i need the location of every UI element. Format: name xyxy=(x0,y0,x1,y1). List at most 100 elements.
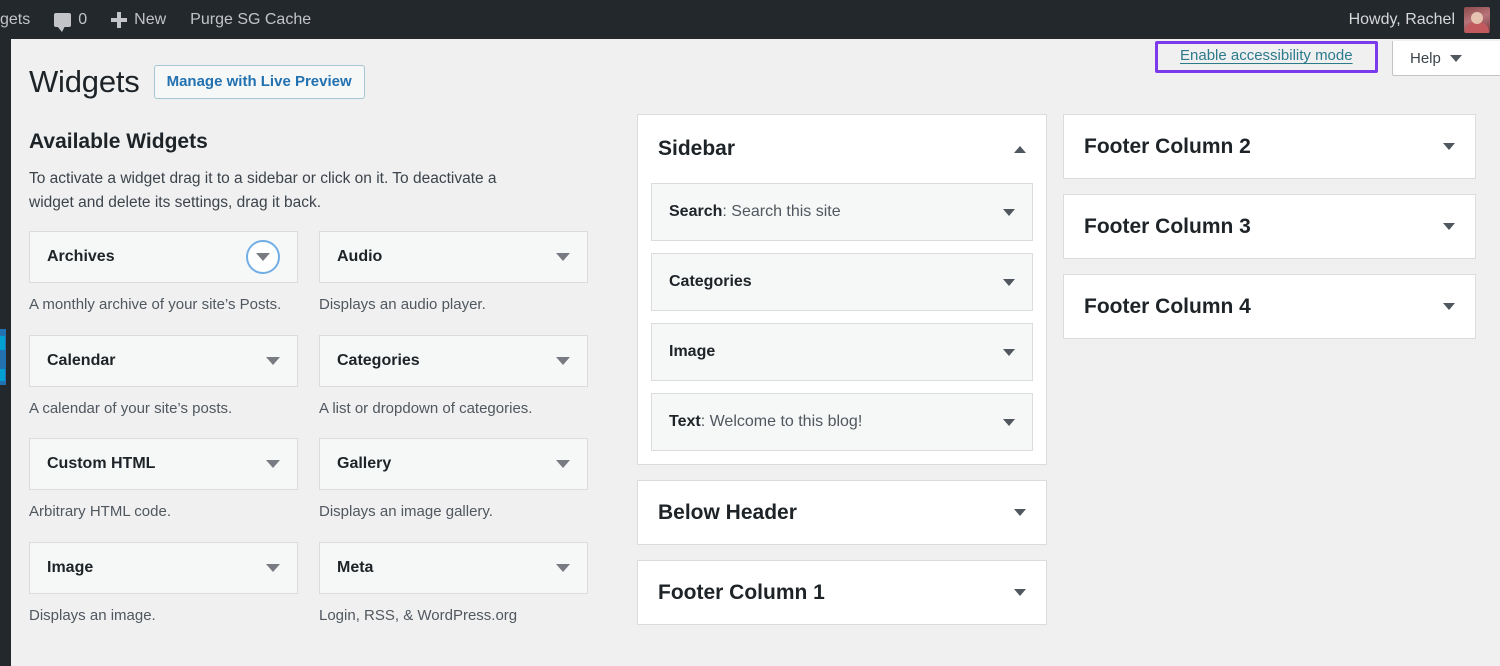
widget-area-panel-header[interactable]: Footer Column 4 xyxy=(1064,275,1475,338)
assigned-widget-type: Categories xyxy=(669,273,752,290)
widget-area-panel-title: Footer Column 4 xyxy=(1084,294,1251,318)
assigned-widget-title: : Welcome to this blog! xyxy=(700,413,863,430)
chevron-down-icon[interactable] xyxy=(1003,278,1015,286)
widget-area-panel-header[interactable]: Footer Column 1 xyxy=(638,561,1046,624)
admin-bar-site-name[interactable]: gets xyxy=(0,0,42,39)
widget-area-panel-header[interactable]: Footer Column 3 xyxy=(1064,195,1475,258)
widget-area-panel-body: Search: Search this site Categories Image T… xyxy=(638,183,1046,464)
chevron-down-icon[interactable] xyxy=(266,356,280,365)
admin-bar-howdy: Howdy, Rachel xyxy=(1348,10,1455,28)
admin-bar-purge-label: Purge SG Cache xyxy=(190,10,312,28)
widget-area-panel-title: Sidebar xyxy=(658,137,736,160)
available-widget-name: Categories xyxy=(337,351,420,369)
available-widgets-description: To activate a widget drag it to a sideba… xyxy=(29,170,497,212)
available-widget-header[interactable]: Meta xyxy=(319,541,588,594)
chevron-down-icon[interactable] xyxy=(556,253,570,262)
chevron-down-icon[interactable] xyxy=(1003,348,1015,356)
available-widget: Categories A list or dropdown of categori… xyxy=(319,334,588,439)
chevron-down-icon[interactable] xyxy=(1014,589,1026,596)
admin-bar-comments[interactable]: 0 xyxy=(42,0,99,39)
assigned-widget-label: Search: Search this site xyxy=(669,203,841,221)
chevron-down-icon[interactable] xyxy=(1443,303,1455,310)
available-widget: Gallery Displays an image gallery. xyxy=(319,438,588,542)
admin-bar-purge-sg-cache[interactable]: Purge SG Cache xyxy=(178,0,323,39)
manage-with-live-preview-button[interactable]: Manage with Live Preview xyxy=(153,65,365,99)
assigned-widget-label: Text: Welcome to this blog! xyxy=(669,413,862,431)
chevron-down-icon[interactable] xyxy=(1443,223,1455,230)
available-widget-header[interactable]: Image xyxy=(29,541,298,594)
admin-bar-comments-count: 0 xyxy=(78,10,88,28)
chevron-down-icon[interactable] xyxy=(556,563,570,572)
available-widget-header[interactable]: Categories xyxy=(319,334,588,387)
assigned-widget[interactable]: Search: Search this site xyxy=(651,183,1033,241)
widget-areas-column-2: Footer Column 2 Footer Column 3 Footer Col… xyxy=(1063,114,1476,354)
help-tab-button[interactable]: Help xyxy=(1392,41,1500,76)
assigned-widget[interactable]: Image xyxy=(651,323,1033,381)
available-widget: Audio Displays an audio player. xyxy=(319,231,588,335)
enable-accessibility-mode-link[interactable]: Enable accessibility mode xyxy=(1180,47,1353,64)
chevron-down-icon[interactable] xyxy=(266,460,280,469)
widget-area-panel-header[interactable]: Below Header xyxy=(638,481,1046,544)
admin-menu-rail[interactable] xyxy=(0,39,11,666)
help-tab-label: Help xyxy=(1410,49,1441,67)
widget-area-panel: Footer Column 3 xyxy=(1063,194,1476,259)
widget-toggle-button-focused[interactable] xyxy=(246,240,280,275)
admin-menu-highlight-bottom xyxy=(0,369,5,381)
available-widget-name: Image xyxy=(47,558,94,576)
widget-area-panel-header[interactable]: Footer Column 2 xyxy=(1064,115,1475,178)
available-widget-description: Displays an image. xyxy=(29,606,156,624)
accessibility-mode-highlight: Enable accessibility mode xyxy=(1155,41,1378,73)
available-widget-name: Custom HTML xyxy=(47,455,156,473)
assigned-widget[interactable]: Text: Welcome to this blog! xyxy=(651,393,1033,451)
available-widget-name: Meta xyxy=(337,558,374,576)
assigned-widget-type: Image xyxy=(669,343,716,360)
assigned-widget-title-text: Welcome to this blog! xyxy=(709,413,863,430)
available-widget-name: Gallery xyxy=(337,455,392,473)
chevron-down-icon[interactable] xyxy=(1014,509,1026,516)
chevron-down-icon[interactable] xyxy=(556,356,570,365)
widget-area-panel: Below Header xyxy=(637,480,1047,545)
chevron-down-icon[interactable] xyxy=(1443,143,1455,150)
assigned-widget-title-text: Search this site xyxy=(731,203,841,220)
chevron-down-icon[interactable] xyxy=(1003,208,1015,216)
available-widget-name: Archives xyxy=(47,248,115,266)
admin-bar: gets 0 New Purge SG Cache Howdy, Rachel xyxy=(0,0,1500,39)
widget-area-panel-title: Footer Column 1 xyxy=(658,580,825,604)
admin-bar-account[interactable]: Howdy, Rachel xyxy=(1348,6,1500,33)
available-widget-header[interactable]: Archives xyxy=(29,231,298,284)
available-widgets-title: Available Widgets xyxy=(29,130,208,153)
plus-icon xyxy=(111,11,128,28)
widget-area-panel: Footer Column 4 xyxy=(1063,274,1476,339)
chevron-down-icon[interactable] xyxy=(556,460,570,469)
widget-area-panel-title: Below Header xyxy=(658,500,797,524)
available-widget-header[interactable]: Audio xyxy=(319,231,588,284)
chevron-down-icon xyxy=(1449,54,1462,62)
available-widget-header[interactable]: Calendar xyxy=(29,334,298,387)
assigned-widget-title: : Search this site xyxy=(722,203,841,220)
admin-menu-highlight-top xyxy=(0,336,5,350)
chevron-down-icon[interactable] xyxy=(1003,418,1015,426)
available-widget-description: A list or dropdown of categories. xyxy=(319,399,533,417)
widget-area-panel: Sidebar Search: Search this site Categorie… xyxy=(637,114,1047,465)
chevron-down-icon[interactable] xyxy=(266,563,280,572)
available-widget-header[interactable]: Gallery xyxy=(319,438,588,491)
admin-bar-site-label: gets xyxy=(0,10,31,28)
available-widget-description: Displays an image gallery. xyxy=(319,503,493,521)
widgets-admin-page: gets 0 New Purge SG Cache Howdy, Rachel … xyxy=(0,0,1500,666)
available-widget-name: Audio xyxy=(337,248,383,266)
admin-bar-new-content[interactable]: New xyxy=(99,0,178,39)
available-widget: Archives A monthly archive of your site’s… xyxy=(29,231,298,335)
widget-area-panel-header[interactable]: Sidebar xyxy=(638,115,1046,183)
available-widgets-grid: Archives A monthly archive of your site’s… xyxy=(29,231,589,645)
available-widget-description: Arbitrary HTML code. xyxy=(29,503,171,521)
chevron-up-icon[interactable] xyxy=(1014,145,1026,153)
available-widget: Image Displays an image. xyxy=(29,541,298,646)
assigned-widget-label: Categories xyxy=(669,273,752,291)
available-widget-description: Login, RSS, & WordPress.org xyxy=(319,606,518,624)
available-widget-name: Calendar xyxy=(47,351,116,369)
available-widget-header[interactable]: Custom HTML xyxy=(29,438,298,491)
assigned-widget-type: Text xyxy=(669,413,701,430)
assigned-widget[interactable]: Categories xyxy=(651,253,1033,311)
assigned-widget-type: Search xyxy=(669,203,723,220)
page-title: Widgets xyxy=(29,64,140,99)
